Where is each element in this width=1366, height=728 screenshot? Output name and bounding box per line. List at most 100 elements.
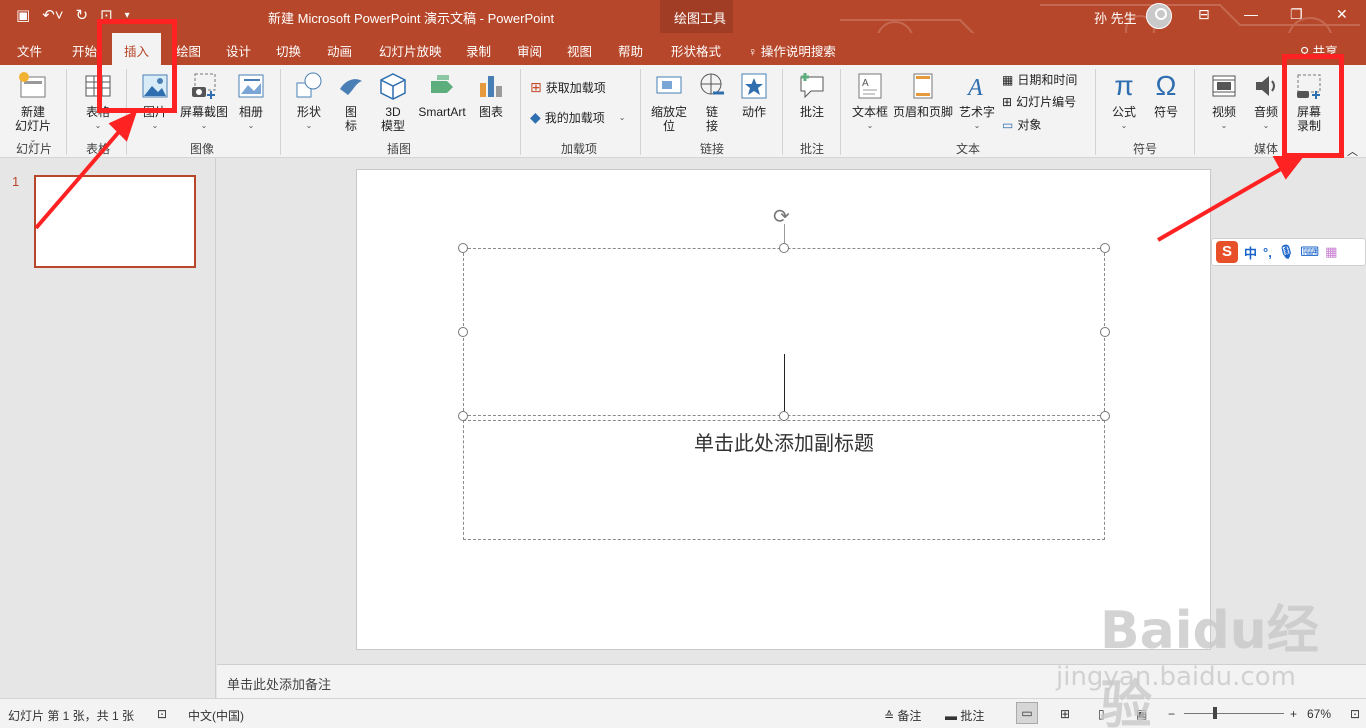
slide-thumbnail[interactable] — [34, 175, 196, 268]
pi-icon: π — [1114, 70, 1134, 101]
text-cursor — [784, 354, 785, 412]
restore-icon[interactable]: ❐ — [1290, 6, 1303, 23]
notes-placeholder: 单击此处添加备注 — [227, 677, 332, 692]
slide-number-button[interactable]: ⊞ 幻灯片编号 — [1002, 93, 1076, 110]
link-button[interactable]: 链 接 — [696, 71, 728, 133]
screenshot-button[interactable]: 屏幕截图 ⌄ — [178, 71, 230, 133]
fit-slide-icon[interactable]: ⊡ — [1350, 707, 1360, 721]
title-bar: ▣ ↶˅ ↻ ⊡ ▾ 新建 Microsoft PowerPoint 演示文稿 … — [0, 0, 1366, 65]
shapes-button[interactable]: 形状 ⌄ — [292, 71, 326, 133]
resize-handle[interactable] — [458, 327, 468, 337]
resize-handle[interactable] — [1100, 243, 1110, 253]
language-indicator[interactable]: 中文(中国) — [188, 707, 244, 724]
slide-sorter-icon[interactable]: ⊞ — [1060, 707, 1070, 721]
zoom-button[interactable]: 缩放定 位 — [648, 71, 690, 133]
comment-button[interactable]: 批注 — [796, 71, 828, 119]
tab-review[interactable]: 审阅 — [517, 41, 542, 60]
tell-me-search[interactable]: ♀ 操作说明搜索 — [748, 41, 836, 60]
comment-icon — [800, 73, 824, 99]
subtitle-placeholder[interactable]: 单击此处添加副标题 — [463, 420, 1105, 540]
comments-toggle[interactable]: ▬ 批注 — [945, 707, 984, 724]
album-icon — [238, 74, 264, 98]
accessibility-icon[interactable]: ⊡ — [157, 707, 167, 721]
smartart-button[interactable]: SmartArt — [414, 71, 470, 119]
close-icon[interactable]: ✕ — [1336, 6, 1348, 23]
group-label-addins: 加载项 — [561, 142, 598, 156]
separator — [782, 69, 783, 155]
audio-button[interactable]: 音频 ⌄ — [1248, 71, 1284, 133]
object-icon: ▭ — [1002, 117, 1014, 132]
equation-button[interactable]: π 公式 ⌄ — [1106, 71, 1142, 133]
rotate-handle-icon[interactable]: ⟳ — [773, 204, 790, 229]
zoom-icon — [656, 76, 682, 94]
ime-punctuation[interactable]: °, — [1263, 245, 1272, 260]
lightbulb-icon: ♀ — [748, 45, 761, 59]
chart-icon — [480, 76, 502, 97]
ribbon-insert: 新建 幻灯片 ⌄ 幻灯片 表格 ⌄ 表格 图片 ⌄ 屏幕截图 ⌄ 相册 ⌄ 图像 形状 ⌄ … — [0, 65, 1366, 158]
ime-toolbar: S 中 °, 🎙 ⌨ ▦ — [1211, 238, 1366, 266]
tab-slideshow[interactable]: 幻灯片放映 — [379, 41, 442, 60]
baidu-watermark: Baidu经验 jingyan.baidu.com — [1056, 601, 1319, 728]
tab-help[interactable]: 帮助 — [618, 41, 643, 60]
globe-link-icon — [700, 73, 724, 95]
resize-handle[interactable] — [1100, 327, 1110, 337]
redo-icon[interactable]: ↻ — [76, 6, 89, 26]
wordart-button[interactable]: A 艺术字 ⌄ — [958, 71, 996, 133]
tab-file[interactable]: 文件 — [17, 41, 42, 60]
date-time-button[interactable]: ▦ 日期和时间 — [1002, 71, 1077, 88]
chart-button[interactable]: 图表 — [476, 71, 506, 119]
video-button[interactable]: 视频 ⌄ — [1206, 71, 1242, 133]
action-button[interactable]: 动作 — [738, 71, 770, 119]
resize-handle[interactable] — [458, 243, 468, 253]
separator — [66, 69, 67, 155]
resize-handle[interactable] — [779, 243, 789, 253]
collapse-ribbon-icon[interactable]: ︿ — [1347, 143, 1358, 159]
avatar[interactable] — [1146, 3, 1172, 29]
grid-menu-icon[interactable]: ▦ — [1325, 244, 1337, 260]
microphone-icon[interactable]: 🎙 — [1278, 244, 1295, 260]
save-icon[interactable]: ▣ — [16, 6, 30, 26]
photo-album-button[interactable]: 相册 ⌄ — [234, 71, 268, 133]
tab-shape-format[interactable]: 形状格式 — [671, 41, 721, 60]
keyboard-icon[interactable]: ⌨ — [1300, 244, 1319, 260]
resize-handle[interactable] — [1100, 411, 1110, 421]
ime-mode[interactable]: 中 — [1244, 243, 1257, 262]
comment-small-icon: ▬ — [945, 709, 961, 723]
tab-animations[interactable]: 动画 — [327, 41, 352, 60]
highlight-insert-tab — [97, 19, 177, 113]
tab-record[interactable]: 录制 — [466, 41, 491, 60]
normal-view-icon[interactable]: ▭ — [1016, 702, 1038, 724]
tab-view[interactable]: 视图 — [567, 41, 592, 60]
tab-design[interactable]: 设计 — [226, 41, 251, 60]
header-footer-button[interactable]: 页眉和页脚 — [892, 71, 954, 119]
calendar-icon: ▦ — [1002, 72, 1014, 87]
ribbon-display-options-icon[interactable]: ⊟ — [1198, 6, 1210, 23]
tab-draw[interactable]: 绘图 — [176, 41, 201, 60]
notes-toggle[interactable]: ≙ 备注 — [884, 707, 921, 724]
tab-transitions[interactable]: 切换 — [276, 41, 301, 60]
slide-canvas[interactable]: 单击此处添加副标题 ⟳ — [356, 169, 1211, 650]
textbox-button[interactable]: A 文本框 ⌄ — [850, 71, 890, 133]
user-name[interactable]: 孙 先生 — [1094, 8, 1137, 27]
shapes-icon — [296, 72, 322, 98]
wordart-icon: A — [966, 75, 983, 101]
speaker-icon — [1256, 76, 1275, 96]
undo-icon[interactable]: ↶˅ — [42, 6, 63, 26]
group-label-symbols: 符号 — [1133, 142, 1158, 156]
group-label-comments: 批注 — [800, 142, 825, 156]
get-addins-button[interactable]: ⊞ 获取加载项 — [530, 79, 606, 96]
object-button[interactable]: ▭ 对象 — [1002, 116, 1041, 133]
resize-handle[interactable] — [779, 411, 789, 421]
symbol-button[interactable]: Ω 符号 — [1148, 71, 1184, 120]
notes-icon: ≙ — [884, 709, 898, 723]
tab-home[interactable]: 开始 — [72, 41, 97, 60]
group-label-text: 文本 — [956, 142, 981, 156]
icons-button[interactable]: 图 标 — [336, 71, 366, 133]
sogou-logo-icon[interactable]: S — [1216, 241, 1238, 263]
3d-models-button[interactable]: 3D 模型 — [376, 71, 410, 133]
new-slide-button[interactable]: 新建 幻灯片 ⌄ — [8, 71, 58, 147]
minimize-icon[interactable]: — — [1244, 6, 1258, 22]
resize-handle[interactable] — [458, 411, 468, 421]
my-addins-button[interactable]: ◆ 我的加载项 ⌄ — [530, 109, 626, 126]
separator — [640, 69, 641, 155]
